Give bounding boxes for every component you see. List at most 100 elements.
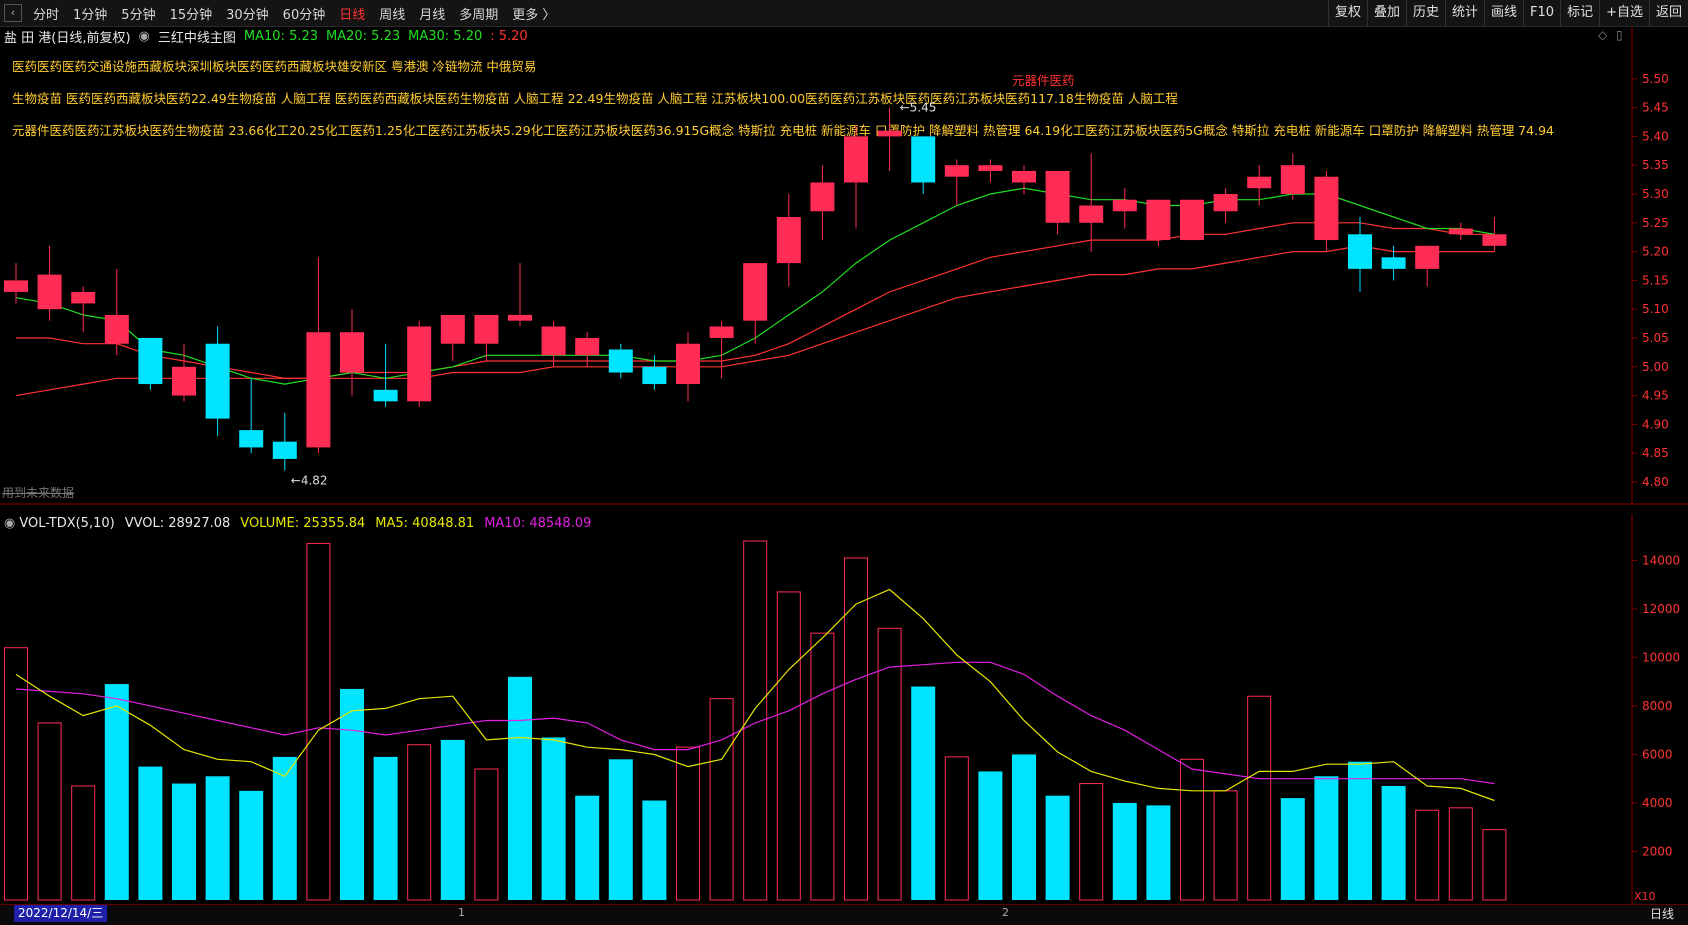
candle-body[interactable] [474, 314, 499, 344]
candle-body[interactable] [407, 326, 432, 402]
volume-bar[interactable] [709, 698, 734, 901]
price-tick-label: 4.80 [1642, 475, 1669, 489]
volume-bar[interactable] [1079, 783, 1104, 901]
candle-body[interactable] [104, 314, 129, 344]
volume-bar[interactable] [239, 790, 264, 900]
volume-bar[interactable] [1482, 829, 1507, 901]
volume-bar[interactable] [642, 800, 667, 900]
candle-body[interactable] [1280, 165, 1305, 194]
candle-body[interactable] [1045, 170, 1070, 223]
candle-body[interactable] [239, 430, 264, 448]
volume-bar[interactable] [172, 783, 196, 900]
candle-body[interactable] [71, 291, 96, 304]
candle-body[interactable] [306, 332, 331, 448]
volume-bar[interactable] [911, 686, 936, 900]
volume-bar[interactable] [306, 542, 331, 901]
candle-body[interactable] [1012, 170, 1036, 183]
candle-body[interactable] [37, 274, 62, 310]
volume-bar[interactable] [71, 785, 96, 901]
candle-body[interactable] [373, 389, 398, 402]
candle-body[interactable] [340, 332, 364, 373]
candle-body[interactable] [676, 343, 700, 385]
time-axis [0, 904, 1688, 925]
candle-body[interactable] [205, 343, 230, 419]
volume-bar[interactable] [575, 795, 600, 900]
volume-bar[interactable] [1112, 802, 1137, 900]
candle-body[interactable] [1112, 199, 1137, 212]
candle-body[interactable] [1448, 228, 1473, 235]
volume-bar[interactable] [138, 766, 163, 900]
volume-bar[interactable] [1314, 776, 1339, 900]
volume-bar[interactable] [608, 759, 633, 900]
volume-bar[interactable] [373, 756, 398, 900]
candle-body[interactable] [944, 165, 969, 177]
candle-body[interactable] [172, 366, 196, 396]
volume-bar[interactable] [1012, 754, 1036, 900]
volume-bar[interactable] [1280, 798, 1305, 900]
candle-body[interactable] [1381, 257, 1406, 269]
volume-bar[interactable] [776, 591, 801, 901]
volume-bar[interactable] [1180, 758, 1204, 901]
candle-body[interactable] [776, 217, 801, 264]
volume-bar[interactable] [205, 776, 230, 900]
candle-body[interactable] [272, 441, 297, 459]
candle-body[interactable] [1415, 245, 1440, 269]
volume-bar[interactable] [1213, 790, 1238, 901]
price-chart[interactable]: 5.50 5.45 5.40 5.35 5.30 5.25 5.20 5.15 5.10 5.05… [0, 0, 1688, 505]
candle-body[interactable] [1314, 176, 1339, 241]
candle-body[interactable] [1079, 205, 1104, 223]
volume-bar[interactable] [844, 557, 868, 901]
candle-body[interactable] [844, 136, 868, 183]
future-data-note: 用到未来数据 [2, 486, 75, 500]
volume-bar[interactable] [1448, 807, 1473, 901]
candle-body[interactable] [709, 326, 734, 338]
time-mark-1: 1 [458, 906, 465, 919]
candle-body[interactable] [978, 165, 1003, 171]
volume-bar[interactable] [340, 688, 364, 900]
volume-bar[interactable] [1045, 795, 1070, 900]
candle-body[interactable] [138, 337, 163, 385]
candle-body[interactable] [608, 349, 633, 373]
volume-bar[interactable] [37, 722, 62, 901]
candle-body[interactable] [642, 366, 667, 385]
candle-body[interactable] [541, 326, 566, 356]
volume-bar[interactable] [4, 647, 28, 901]
candle-body[interactable] [743, 263, 768, 321]
volume-bar[interactable] [944, 756, 969, 901]
candle-body[interactable] [1348, 234, 1372, 269]
volume-bar[interactable] [1247, 695, 1272, 901]
candle-body[interactable] [1180, 199, 1204, 241]
volume-bar[interactable] [104, 684, 129, 900]
volume-bar[interactable] [541, 737, 566, 900]
volume-bar[interactable] [676, 746, 700, 901]
candle-body[interactable] [1247, 176, 1272, 189]
candle-body[interactable] [1213, 193, 1238, 212]
volume-bar[interactable] [1415, 809, 1440, 901]
candle-body[interactable] [810, 182, 835, 212]
candle-body[interactable] [508, 314, 532, 321]
volume-bar[interactable] [272, 756, 297, 900]
volume-bar[interactable] [1348, 761, 1372, 900]
volume-bar[interactable] [474, 768, 499, 901]
candle-body[interactable] [1482, 234, 1507, 246]
volume-bar[interactable] [810, 632, 835, 901]
candle-body[interactable] [911, 136, 936, 183]
volume-bar[interactable] [1381, 785, 1406, 900]
price-tick-label: 4.95 [1642, 389, 1669, 403]
volume-bar[interactable] [978, 771, 1003, 900]
volume-bar[interactable] [440, 739, 465, 900]
volume-bar[interactable] [1146, 805, 1171, 900]
candle-body[interactable] [575, 337, 600, 356]
volume-chart[interactable]: 14000 12000 10000 8000 6000 4000 2000 X10 [0, 514, 1688, 904]
candle-body[interactable] [440, 314, 465, 344]
volume-ma10-line [15, 661, 1495, 785]
price-tick-label: 5.40 [1642, 129, 1669, 143]
volume-bar[interactable] [407, 744, 432, 901]
candle-body[interactable] [877, 130, 902, 137]
candle-body[interactable] [4, 280, 28, 292]
volume-bar[interactable] [877, 627, 902, 901]
volume-tick-label: 12000 [1642, 602, 1680, 616]
daily-period-button[interactable]: 日线 [1636, 905, 1688, 923]
candle-body[interactable] [1146, 199, 1171, 241]
volume-bar[interactable] [508, 676, 532, 900]
